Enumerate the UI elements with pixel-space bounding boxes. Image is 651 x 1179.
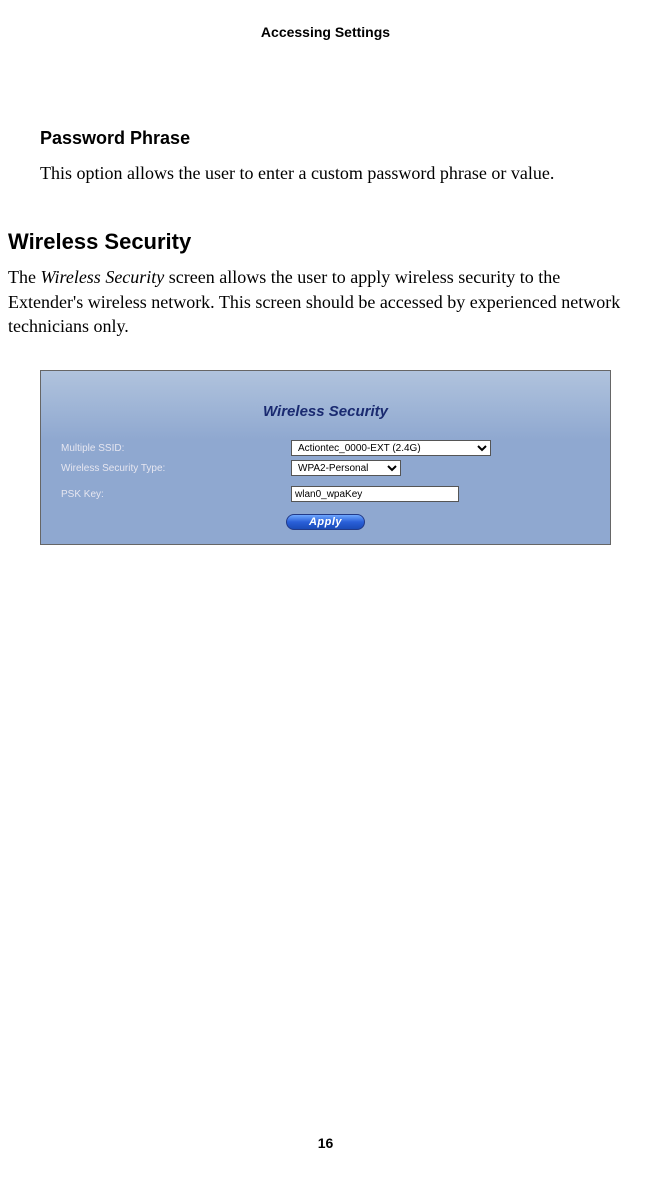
wireless-security-heading: Wireless Security — [8, 229, 643, 255]
text-fragment: The — [8, 267, 40, 287]
page-content: Password Phrase This option allows the u… — [0, 128, 651, 545]
psk-input[interactable] — [291, 486, 459, 502]
psk-label: PSK Key: — [61, 489, 291, 500]
wireless-security-panel: Wireless Security Multiple SSID: Actiont… — [40, 370, 611, 545]
security-type-row: Wireless Security Type: WPA2-Personal — [41, 458, 610, 478]
apply-row: Apply — [41, 512, 610, 530]
wireless-security-italic: Wireless Security — [40, 267, 164, 287]
ssid-row: Multiple SSID: Actiontec_0000-EXT (2.4G) — [41, 438, 610, 458]
psk-row: PSK Key: — [41, 484, 610, 504]
apply-button[interactable]: Apply — [286, 514, 365, 530]
ssid-label: Multiple SSID: — [61, 443, 291, 454]
panel-title: Wireless Security — [41, 371, 610, 438]
security-type-label: Wireless Security Type: — [61, 463, 291, 474]
password-phrase-heading: Password Phrase — [40, 128, 643, 149]
wireless-security-text: The Wireless Security screen allows the … — [8, 265, 635, 338]
page-number: 16 — [0, 1135, 651, 1151]
password-phrase-text: This option allows the user to enter a c… — [40, 161, 619, 185]
security-type-select[interactable]: WPA2-Personal — [291, 460, 401, 476]
ssid-select[interactable]: Actiontec_0000-EXT (2.4G) — [291, 440, 491, 456]
page-header-title: Accessing Settings — [0, 0, 651, 40]
